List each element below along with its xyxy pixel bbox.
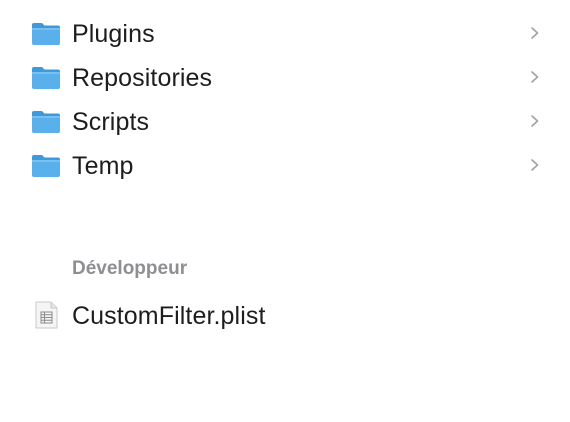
chevron-right-icon[interactable]	[527, 23, 543, 43]
folder-label: Repositories	[72, 64, 213, 92]
chevron-right-icon[interactable]	[527, 67, 543, 87]
folder-icon	[32, 111, 60, 133]
folder-label: Temp	[72, 152, 134, 180]
folder-row-scripts[interactable]: Scripts	[0, 99, 570, 143]
chevron-right-icon[interactable]	[527, 155, 543, 175]
folder-icon	[32, 155, 60, 177]
folder-row-temp[interactable]: Temp	[0, 143, 570, 187]
folder-label: Plugins	[72, 20, 155, 48]
folder-icon	[32, 67, 60, 89]
folder-row-plugins[interactable]: Plugins	[0, 11, 570, 55]
plist-file-icon	[35, 301, 58, 329]
folder-row-repositories[interactable]: Repositories	[0, 55, 570, 99]
folder-label: Scripts	[72, 108, 150, 136]
folder-icon	[32, 23, 60, 45]
file-browser: Plugins Repositories Scripts Temp Dévelo…	[0, 0, 570, 422]
section-header-developpeur: Développeur	[72, 258, 188, 279]
file-row-customfilter[interactable]: CustomFilter.plist	[0, 293, 570, 337]
chevron-right-icon[interactable]	[527, 111, 543, 131]
file-label: CustomFilter.plist	[72, 302, 266, 330]
